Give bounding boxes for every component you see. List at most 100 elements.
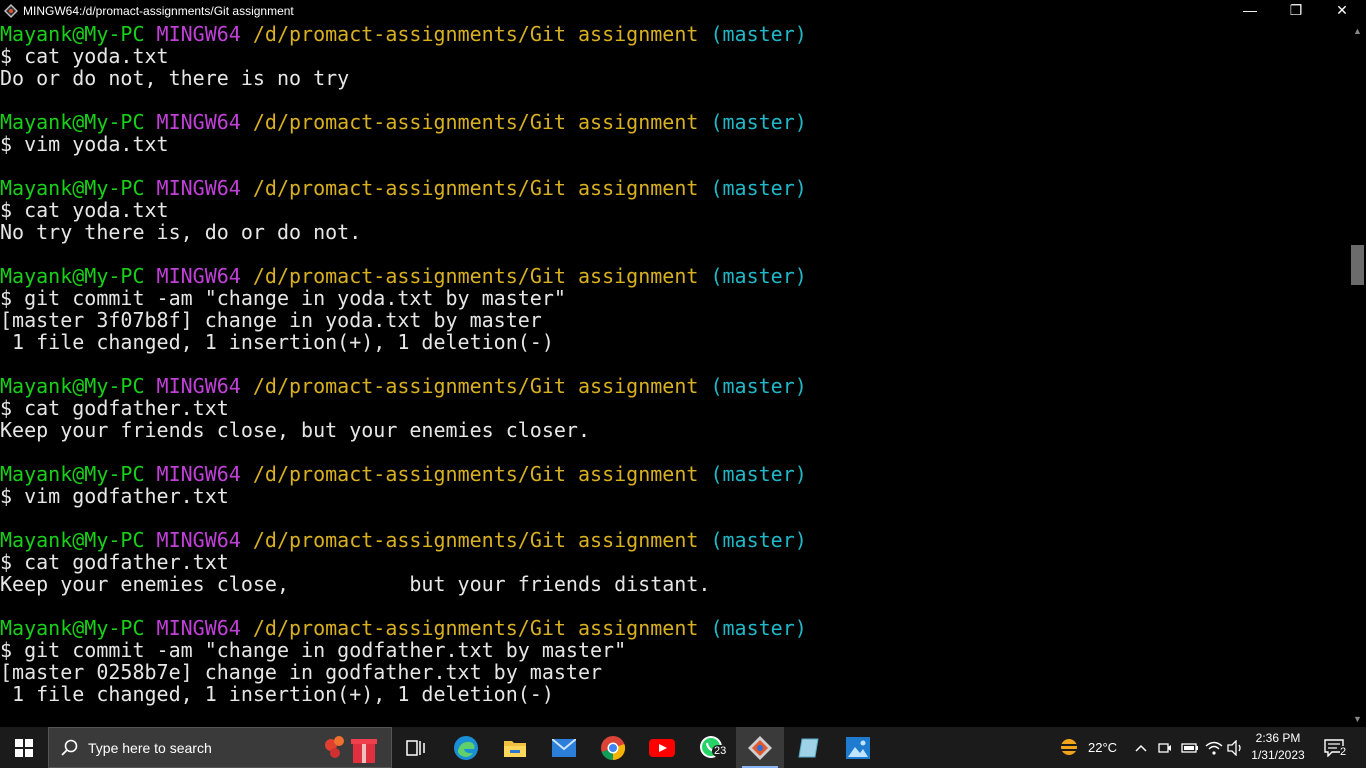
taskbar-whatsapp[interactable]: 23 <box>687 727 735 768</box>
scroll-down-icon[interactable]: ▼ <box>1349 712 1366 726</box>
prompt-branch: (master) <box>710 264 807 288</box>
prompt-branch: (master) <box>710 462 807 486</box>
prompt-user: Mayank@My-PC <box>0 264 145 288</box>
prompt-branch: (master) <box>710 110 807 134</box>
prompt-system: MINGW64 <box>156 528 241 552</box>
camera-icon <box>1158 743 1171 753</box>
window-title: MINGW64:/d/promact-assignments/Git assig… <box>23 4 294 18</box>
task-view-button[interactable] <box>392 727 440 768</box>
weather-widget[interactable]: 22°C <box>1054 727 1126 768</box>
tray-meet-now[interactable] <box>1156 727 1174 768</box>
notification-center-button[interactable]: 2 <box>1320 727 1360 768</box>
prompt-user: Mayank@My-PC <box>0 374 145 398</box>
weather-sun-icon <box>1059 739 1079 755</box>
scrollbar-thumb[interactable] <box>1351 245 1364 285</box>
clock-time: 2:36 PM <box>1255 731 1301 745</box>
restore-button[interactable]: ❐ <box>1273 0 1319 23</box>
prompt-system: MINGW64 <box>156 374 241 398</box>
prompt-line: Mayank@My-PC MINGW64 /d/promact-assignme… <box>0 111 1349 133</box>
output-line: [master 3f07b8f] change in yoda.txt by m… <box>0 308 542 332</box>
taskbar-clock[interactable]: 2:36 PM 1/31/2023 <box>1248 730 1308 764</box>
prompt-path: /d/promact-assignments/Git assignment <box>252 616 699 640</box>
command-line: $ cat godfather.txt <box>0 550 229 574</box>
prompt-system: MINGW64 <box>156 264 241 288</box>
command-line: $ vim godfather.txt <box>0 484 229 508</box>
search-highlight-gift-icon <box>325 736 377 763</box>
prompt-line: Mayank@My-PC MINGW64 /d/promact-assignme… <box>0 617 1349 639</box>
taskbar-git-bash[interactable] <box>736 727 784 768</box>
prompt-path: /d/promact-assignments/Git assignment <box>252 528 699 552</box>
prompt-user: Mayank@My-PC <box>0 528 145 552</box>
start-button[interactable] <box>0 727 48 768</box>
photos-icon <box>846 736 870 759</box>
youtube-icon <box>649 738 675 757</box>
output-line: Keep your enemies close, but your friend… <box>0 572 711 596</box>
prompt-line: Mayank@My-PC MINGW64 /d/promact-assignme… <box>0 23 1349 45</box>
prompt-system: MINGW64 <box>156 176 241 200</box>
edge-icon <box>454 735 478 760</box>
mail-icon <box>552 738 576 757</box>
output-line: 1 file changed, 1 insertion(+), 1 deleti… <box>0 330 554 354</box>
prompt-user: Mayank@My-PC <box>0 462 145 486</box>
prompt-user: Mayank@My-PC <box>0 616 145 640</box>
prompt-system: MINGW64 <box>156 616 241 640</box>
command-line: $ cat yoda.txt <box>0 198 169 222</box>
wifi-icon <box>1205 741 1223 755</box>
tray-wifi[interactable] <box>1204 727 1224 768</box>
prompt-branch: (master) <box>710 616 807 640</box>
battery-icon <box>1181 743 1198 753</box>
prompt-system: MINGW64 <box>156 110 241 134</box>
prompt-path: /d/promact-assignments/Git assignment <box>252 176 699 200</box>
git-bash-app-icon <box>4 4 18 18</box>
prompt-system: MINGW64 <box>156 462 241 486</box>
vertical-scrollbar[interactable]: ▲ ▼ <box>1349 23 1366 727</box>
output-line: Do or do not, there is no try <box>0 66 350 90</box>
terminal-output[interactable]: Mayank@My-PC MINGW64 /d/promact-assignme… <box>0 23 1349 727</box>
notification-count: 2 <box>1340 746 1347 758</box>
prompt-branch: (master) <box>710 374 807 398</box>
weather-temperature: 22°C <box>1088 740 1118 755</box>
taskbar-notepad[interactable] <box>785 727 833 768</box>
prompt-line: Mayank@My-PC MINGW64 /d/promact-assignme… <box>0 375 1349 397</box>
taskbar-chrome[interactable] <box>589 727 637 768</box>
taskbar-photos[interactable] <box>834 727 882 768</box>
prompt-path: /d/promact-assignments/Git assignment <box>252 374 699 398</box>
command-line: $ cat yoda.txt <box>0 44 169 68</box>
whatsapp-badge: 23 <box>712 745 729 757</box>
search-icon <box>61 739 78 756</box>
taskbar-edge[interactable] <box>442 727 490 768</box>
prompt-user: Mayank@My-PC <box>0 23 145 46</box>
scroll-up-icon[interactable]: ▲ <box>1349 24 1366 38</box>
output-line: No try there is, do or do not. <box>0 220 362 244</box>
minimize-button[interactable]: — <box>1227 0 1273 23</box>
prompt-line: Mayank@My-PC MINGW64 /d/promact-assignme… <box>0 463 1349 485</box>
chevron-up-icon <box>1135 744 1147 752</box>
command-line: $ git commit -am "change in yoda.txt by … <box>0 286 566 310</box>
prompt-path: /d/promact-assignments/Git assignment <box>252 462 699 486</box>
clock-date: 1/31/2023 <box>1251 748 1305 762</box>
task-view-icon <box>406 739 425 756</box>
prompt-line: Mayank@My-PC MINGW64 /d/promact-assignme… <box>0 177 1349 199</box>
taskbar-file-explorer[interactable] <box>491 727 539 768</box>
taskbar: Type here to search 23 22°C 2:36 PM 1/31… <box>0 727 1366 768</box>
taskbar-youtube[interactable] <box>638 727 686 768</box>
show-hidden-icons-button[interactable] <box>1132 727 1150 768</box>
output-line: Keep your friends close, but your enemie… <box>0 418 591 442</box>
tray-volume[interactable] <box>1226 727 1246 768</box>
command-line: $ vim yoda.txt <box>0 132 169 156</box>
tray-battery[interactable] <box>1180 727 1200 768</box>
prompt-user: Mayank@My-PC <box>0 176 145 200</box>
output-line: 1 file changed, 1 insertion(+), 1 deleti… <box>0 682 554 706</box>
taskbar-search-box[interactable]: Type here to search <box>48 727 392 768</box>
chrome-icon <box>601 735 626 760</box>
command-line: $ cat godfather.txt <box>0 396 229 420</box>
taskbar-mail[interactable] <box>540 727 588 768</box>
close-button[interactable]: ✕ <box>1319 0 1365 23</box>
windows-logo-icon <box>15 739 33 757</box>
